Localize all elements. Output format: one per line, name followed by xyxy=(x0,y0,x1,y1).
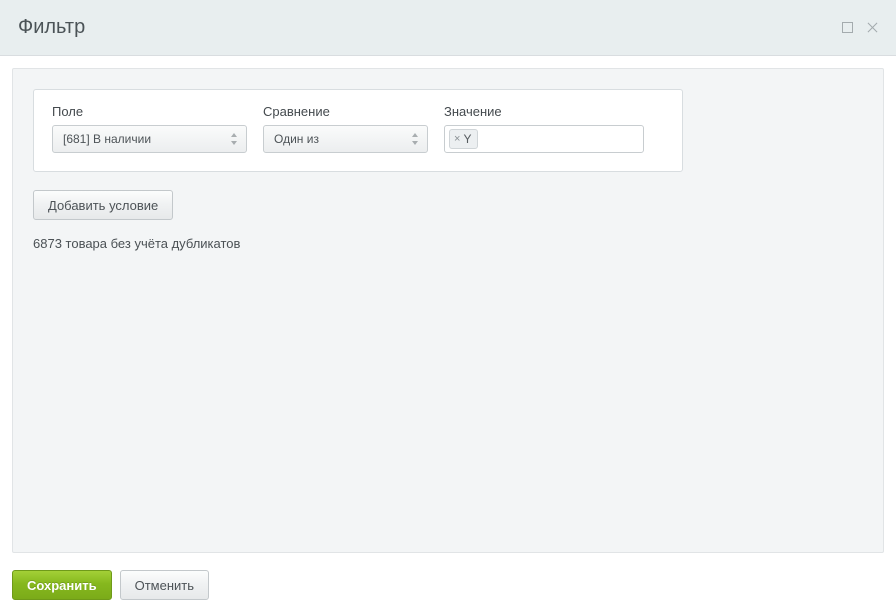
titlebar: Фильтр xyxy=(0,0,896,56)
field-column: Поле [681] В наличии xyxy=(52,104,247,153)
dialog-content: Поле [681] В наличии Сравнение Один из З… xyxy=(0,56,896,565)
result-count: 6873 товара без учёта дубликатов xyxy=(33,236,863,251)
cancel-button[interactable]: Отменить xyxy=(120,570,209,600)
field-label: Поле xyxy=(52,104,247,119)
value-tag[interactable]: × Y xyxy=(449,129,478,149)
field-select-value: [681] В наличии xyxy=(63,132,151,146)
add-condition-button[interactable]: Добавить условие xyxy=(33,190,173,220)
value-column: Значение × Y xyxy=(444,104,644,153)
tag-remove-icon[interactable]: × xyxy=(454,133,460,145)
window-controls xyxy=(842,22,878,33)
value-text-input[interactable] xyxy=(482,131,639,147)
window-title: Фильтр xyxy=(18,16,842,39)
maximize-icon[interactable] xyxy=(842,22,853,33)
compare-select[interactable]: Один из xyxy=(263,125,428,153)
field-select[interactable]: [681] В наличии xyxy=(52,125,247,153)
chevron-updown-icon xyxy=(411,133,419,145)
chevron-updown-icon xyxy=(230,133,238,145)
dialog-footer: Сохранить Отменить xyxy=(0,565,896,611)
filter-rule: Поле [681] В наличии Сравнение Один из З… xyxy=(33,89,683,172)
save-button[interactable]: Сохранить xyxy=(12,570,112,600)
close-icon[interactable] xyxy=(867,22,878,33)
filter-dialог: Фильтр Поле [681] В наличии Сравнение xyxy=(0,0,896,611)
value-label: Значение xyxy=(444,104,644,119)
compare-select-value: Один из xyxy=(274,132,319,146)
value-tag-text: Y xyxy=(463,132,471,146)
compare-label: Сравнение xyxy=(263,104,428,119)
main-panel: Поле [681] В наличии Сравнение Один из З… xyxy=(12,68,884,553)
value-input[interactable]: × Y xyxy=(444,125,644,153)
compare-column: Сравнение Один из xyxy=(263,104,428,153)
